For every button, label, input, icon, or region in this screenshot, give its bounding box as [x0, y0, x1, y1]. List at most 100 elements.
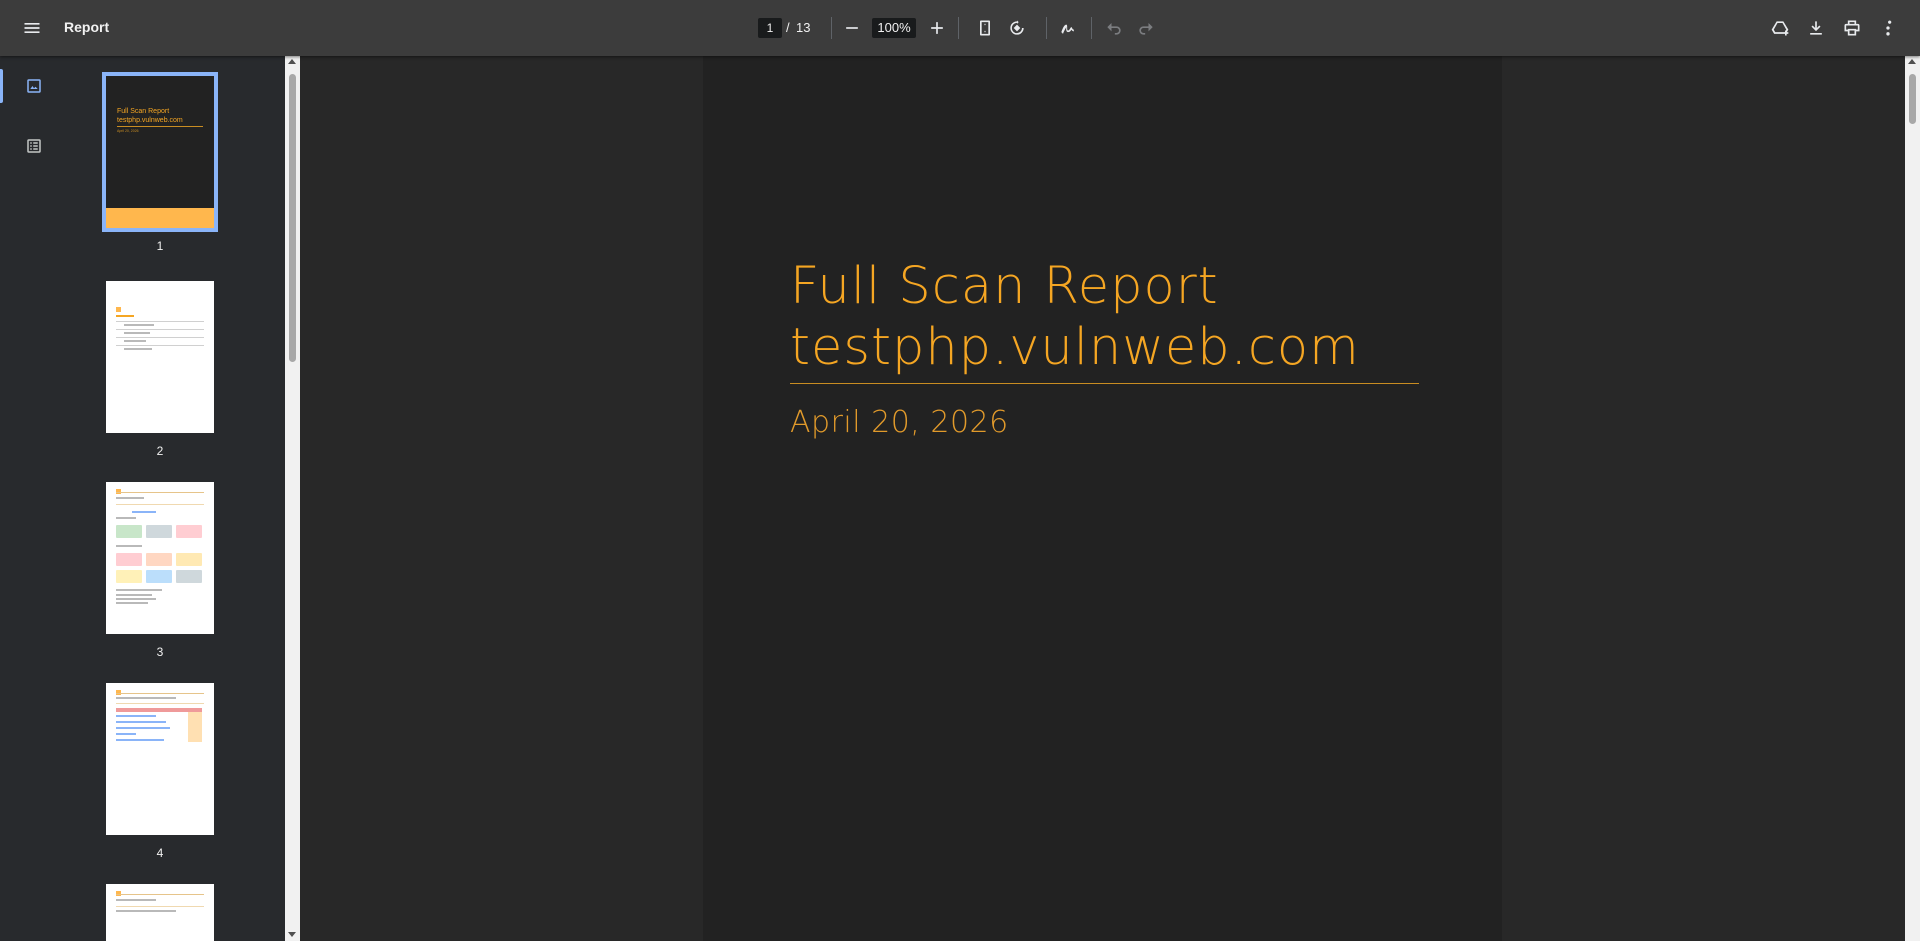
tab-thumbnails[interactable]	[18, 70, 50, 102]
sidebar-tabs	[0, 56, 68, 941]
report-date: April 20, 2026	[790, 405, 1009, 440]
sidebar: Full Scan Report testphp.vulnweb.com Apr…	[0, 56, 300, 941]
thumbnail-image	[106, 683, 214, 835]
print-button[interactable]	[1836, 12, 1868, 44]
zoom-in-icon	[931, 22, 943, 34]
thumbnail-text	[116, 598, 156, 600]
thumbnail-stat-box	[176, 525, 202, 538]
thumbnail-page-number: 2	[156, 444, 164, 458]
thumbnail-page-1[interactable]: Full Scan Report testphp.vulnweb.com Apr…	[102, 72, 218, 253]
pdf-toolbar: Report 1 / 13 100%	[0, 0, 1920, 56]
menu-icon	[24, 23, 40, 33]
thumbnail-stat-box	[116, 553, 142, 566]
sidebar-scrollbar[interactable]	[285, 56, 300, 941]
thumbnail-stat-box	[116, 570, 142, 583]
document-title: Report	[64, 19, 110, 35]
zoom-out-icon	[846, 27, 858, 29]
thumbnail-page-3[interactable]: 3	[106, 482, 214, 659]
title-underline	[790, 383, 1419, 384]
download-icon	[1810, 21, 1822, 35]
save-to-drive-button[interactable]	[1764, 12, 1796, 44]
thumbnail-rule	[116, 345, 204, 346]
thumbnail-text	[116, 721, 166, 723]
zoom-out-button[interactable]	[836, 12, 868, 44]
fit-page-button[interactable]	[969, 12, 1001, 44]
thumbnail-rule	[116, 906, 204, 907]
zoom-input[interactable]: 100%	[872, 18, 916, 38]
thumbnail-stat-box	[146, 570, 172, 583]
redo-icon	[1139, 23, 1153, 35]
scrollbar-thumb[interactable]	[289, 74, 296, 362]
print-icon	[1844, 20, 1860, 36]
download-button[interactable]	[1800, 12, 1832, 44]
thumbnail-logo	[116, 307, 121, 312]
report-title-line1: Full Scan Report	[790, 257, 1219, 316]
redo-button[interactable]	[1130, 12, 1162, 44]
thumbnail-rule	[116, 504, 204, 505]
thumbnail-rule	[116, 492, 204, 493]
scroll-down-arrow-icon[interactable]	[288, 932, 296, 937]
rotate-icon	[1010, 20, 1024, 35]
outline-icon	[27, 139, 41, 153]
thumbnail-page-4[interactable]: 4	[106, 683, 214, 860]
thumbnail-cover-footer-bar	[106, 208, 214, 228]
thumbnail-text	[116, 697, 176, 699]
more-icon	[1886, 20, 1892, 36]
tab-outline[interactable]	[18, 130, 50, 162]
thumbnail-cover-date: April 20, 2026	[117, 129, 139, 133]
thumbnail-stat-box	[176, 570, 202, 583]
toolbar-divider	[1091, 17, 1092, 39]
thumbnail-cover-rule	[117, 126, 203, 127]
thumbnail-text	[116, 739, 164, 741]
thumbnail-text	[124, 324, 154, 326]
thumbnail-rule	[116, 329, 204, 330]
thumbnail-text	[116, 715, 156, 717]
thumbnail-text	[132, 511, 156, 513]
annotate-button[interactable]	[1052, 12, 1084, 44]
active-tab-indicator	[0, 69, 3, 103]
viewer-scrollbar[interactable]	[1905, 56, 1920, 941]
menu-button[interactable]	[16, 12, 48, 44]
rotate-button[interactable]	[1001, 12, 1033, 44]
report-title: Full Scan Report testphp.vulnweb.com	[790, 256, 1430, 378]
thumbnail-text	[116, 602, 148, 604]
thumbnail-rule	[116, 321, 204, 322]
thumbnail-text	[116, 910, 176, 912]
undo-button[interactable]	[1098, 12, 1130, 44]
thumbnail-text	[124, 348, 152, 350]
thumbnail-cover-title-line1: Full Scan Report	[117, 108, 170, 115]
toolbar-divider	[831, 17, 832, 39]
thumbnail-page-number: 4	[156, 846, 164, 860]
fit-page-icon	[980, 20, 990, 36]
thumbnail-rule	[116, 703, 204, 704]
toolbar-divider	[1046, 17, 1047, 39]
thumbnail-stat-box	[146, 553, 172, 566]
annotate-icon	[1061, 24, 1074, 34]
thumbnail-cover-title-line2: testphp.vulnweb.com	[117, 117, 183, 124]
more-actions-button[interactable]	[1872, 12, 1904, 44]
page-number-input[interactable]: 1	[758, 18, 782, 38]
scrollbar-thumb[interactable]	[1909, 74, 1916, 124]
thumbnail-stat-box	[116, 525, 142, 538]
page-total: 13	[796, 20, 811, 35]
thumbnail-stat-box	[176, 553, 202, 566]
thumbnail-text	[116, 727, 170, 729]
thumbnail-page-number: 3	[156, 645, 164, 659]
thumbnail-image	[106, 482, 214, 634]
thumbnail-page-2[interactable]: 2	[106, 281, 214, 458]
pdf-page-1: Full Scan Report testphp.vulnweb.com Apr…	[703, 56, 1502, 941]
thumbnail-text	[116, 594, 152, 596]
thumbnail-cover-title: Full Scan Report testphp.vulnweb.com	[117, 107, 183, 125]
zoom-in-button[interactable]	[921, 12, 953, 44]
scroll-up-arrow-icon[interactable]	[1908, 59, 1916, 64]
scroll-up-arrow-icon[interactable]	[288, 59, 296, 64]
thumbnail-image: Full Scan Report testphp.vulnweb.com Apr…	[102, 72, 218, 232]
thumbnail-page-number: 1	[156, 239, 164, 253]
thumbnail-text	[116, 497, 144, 499]
undo-icon	[1107, 23, 1121, 35]
thumbnails-icon	[27, 79, 41, 93]
thumbnail-page-5[interactable]	[106, 884, 214, 941]
thumbnail-rule	[116, 894, 204, 895]
toolbar-divider	[958, 17, 959, 39]
thumbnail-text	[116, 315, 134, 317]
